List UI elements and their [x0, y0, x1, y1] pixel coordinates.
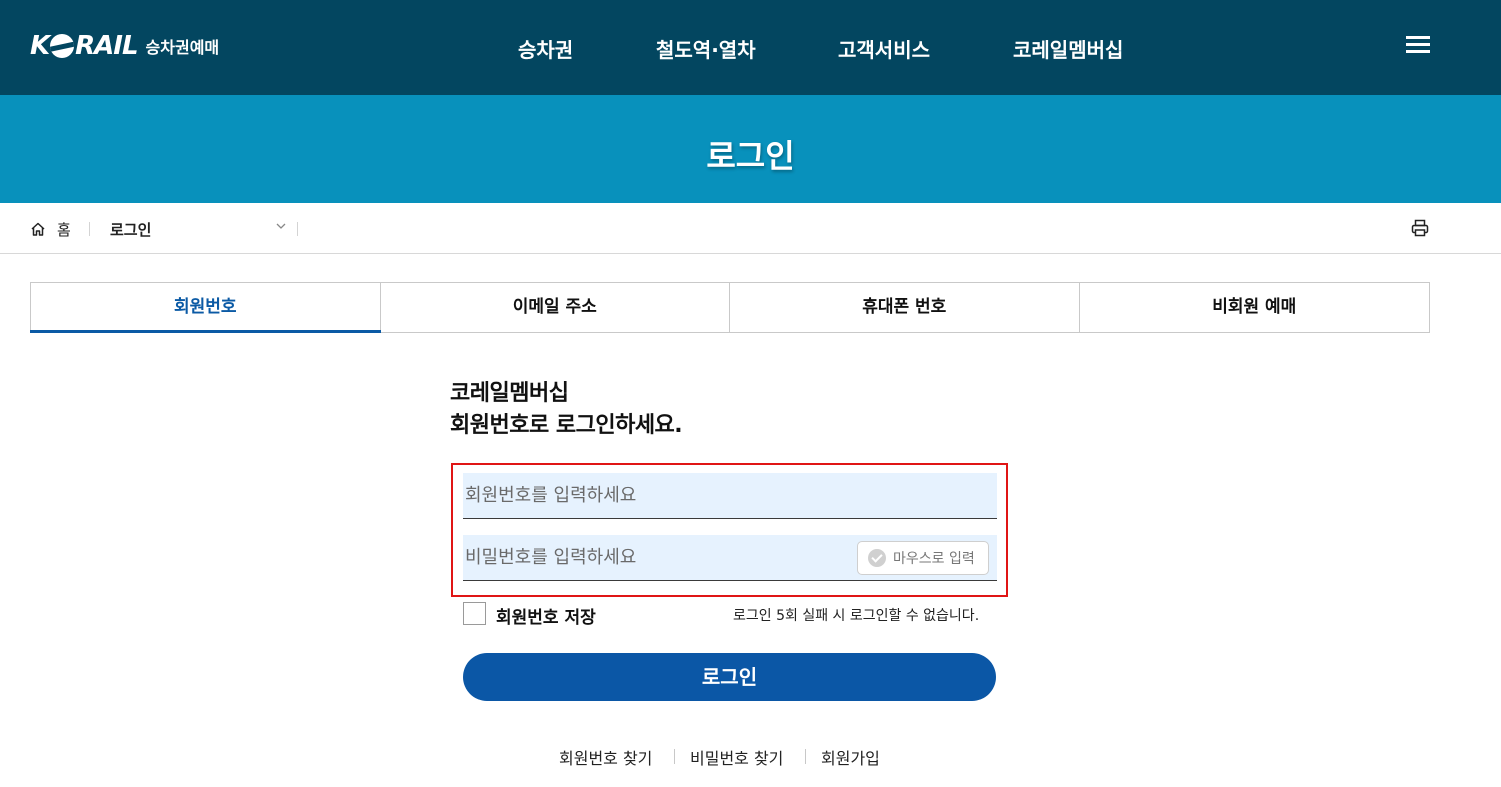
sign-up-link[interactable]: 회원가입 — [821, 745, 880, 769]
mouse-input-label: 마우스로 입력 — [893, 551, 975, 567]
nav-tickets[interactable]: 승차권 — [518, 34, 573, 63]
tab-member-number[interactable]: 회원번호 — [30, 283, 381, 333]
page-banner: 로그인 — [0, 95, 1501, 203]
heading-line-1: 코레일멤버십 — [450, 381, 569, 406]
tab-non-member[interactable]: 비회원 예매 — [1080, 283, 1430, 332]
tab-phone[interactable]: 휴대폰 번호 — [730, 283, 1080, 332]
credentials-box: 마우스로 입력 — [451, 463, 1008, 597]
check-icon — [868, 549, 886, 567]
chevron-down-icon[interactable] — [275, 220, 287, 232]
link-divider — [674, 749, 675, 764]
member-number-input[interactable] — [463, 473, 997, 518]
tab-email[interactable]: 이메일 주소 — [381, 283, 730, 332]
mouse-input-button[interactable]: 마우스로 입력 — [857, 541, 989, 575]
home-icon[interactable] — [30, 221, 46, 237]
save-member-number-label[interactable]: 회원번호 저장 — [496, 603, 596, 628]
link-divider — [805, 749, 806, 764]
find-member-number-link[interactable]: 회원번호 찾기 — [559, 745, 652, 769]
nav-membership[interactable]: 코레일멤버십 — [1013, 34, 1123, 63]
nav-stations-trains[interactable]: 철도역·열차 — [656, 34, 756, 63]
breadcrumb-home[interactable]: 홈 — [57, 219, 71, 240]
save-member-number-checkbox[interactable] — [463, 602, 486, 625]
breadcrumb-divider — [89, 222, 90, 236]
breadcrumb-current[interactable]: 로그인 — [110, 219, 151, 240]
find-password-link[interactable]: 비밀번호 찾기 — [690, 745, 783, 769]
login-button[interactable]: 로그인 — [463, 653, 996, 701]
nav-customer-service[interactable]: 고객서비스 — [838, 34, 930, 63]
password-field: 마우스로 입력 — [463, 535, 997, 581]
login-failure-notice: 로그인 5회 실패 시 로그인할 수 없습니다. — [733, 608, 980, 624]
heading-line-2: 회원번호로 로그인하세요. — [450, 413, 683, 438]
menu-icon[interactable] — [1406, 36, 1430, 54]
login-heading: 코레일멤버십 회원번호로 로그인하세요. — [450, 378, 683, 442]
breadcrumb: 홈 로그인 — [0, 203, 1501, 254]
breadcrumb-divider — [297, 222, 298, 236]
main-nav: 승차권 철도역·열차 고객서비스 코레일멤버십 — [0, 34, 1501, 63]
member-number-field — [463, 473, 997, 519]
page-title: 로그인 — [706, 137, 795, 175]
login-method-tabs: 회원번호 이메일 주소 휴대폰 번호 비회원 예매 — [30, 282, 1430, 333]
print-icon[interactable] — [1410, 218, 1430, 238]
top-header: K RAIL 승차권예매 승차권 철도역·열차 고객서비스 코레일멤버십 — [0, 0, 1501, 95]
account-links: 회원번호 찾기 비밀번호 찾기 회원가입 — [0, 745, 1501, 769]
